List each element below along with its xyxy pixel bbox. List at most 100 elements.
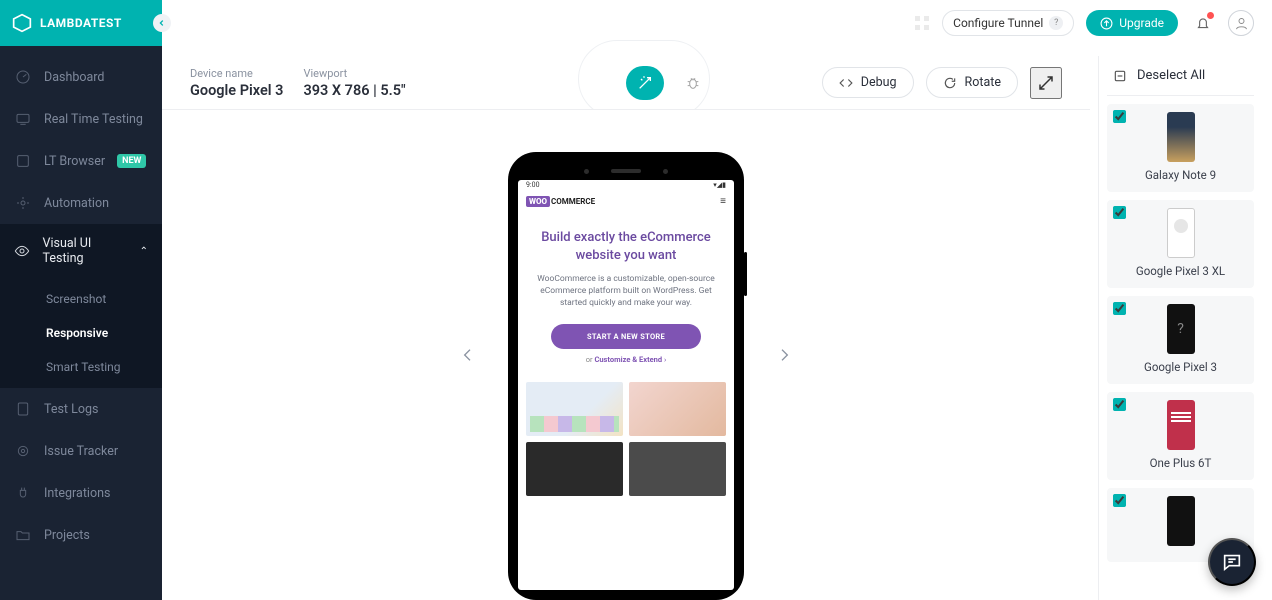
deselect-icon <box>1113 69 1127 83</box>
automation-icon <box>14 194 32 212</box>
showcase-thumb[interactable] <box>629 382 726 436</box>
status-bar: 9:00 ▾◢▮ <box>518 180 734 192</box>
device-checkbox[interactable] <box>1113 494 1126 507</box>
sidebar-item-dashboard[interactable]: Dashboard <box>0 56 162 98</box>
prev-device-button[interactable] <box>452 339 484 371</box>
wand-button[interactable] <box>626 66 664 100</box>
thumbnail-grid <box>518 372 734 496</box>
showcase-thumb[interactable] <box>526 382 623 436</box>
sidebar-item-label: Real Time Testing <box>44 112 143 127</box>
upgrade-icon <box>1100 17 1113 30</box>
realtime-icon <box>14 110 32 128</box>
configure-tunnel-button[interactable]: Configure Tunnel ? <box>942 10 1074 36</box>
next-device-button[interactable] <box>768 339 800 371</box>
chevron-left-icon <box>460 347 476 363</box>
showcase-thumb[interactable] <box>526 442 623 496</box>
device-card-note9[interactable]: Galaxy Note 9 <box>1107 104 1254 192</box>
device-checkbox[interactable] <box>1113 302 1126 315</box>
debug-label: Debug <box>861 75 897 90</box>
right-controls: Debug Rotate <box>822 67 1062 99</box>
debug-button[interactable]: Debug <box>822 67 914 98</box>
brand-label: LAMBDATEST <box>40 16 122 30</box>
device-name-label: Device name <box>190 67 283 80</box>
device-thumb-icon <box>1167 208 1195 258</box>
device-card-pixel3[interactable]: Google Pixel 3 <box>1107 296 1254 384</box>
sidebar-item-ltbrowser[interactable]: LT Browser NEW <box>0 140 162 182</box>
notifications-button[interactable] <box>1190 10 1216 36</box>
wand-icon <box>637 75 653 91</box>
logs-icon <box>14 400 32 418</box>
device-card-oneplus6t[interactable]: One Plus 6T <box>1107 392 1254 480</box>
bug-button[interactable] <box>674 66 712 100</box>
status-time: 9:00 <box>526 181 540 191</box>
configure-tunnel-label: Configure Tunnel <box>953 16 1043 30</box>
device-checkbox[interactable] <box>1113 110 1126 123</box>
sidebar-collapse-button[interactable] <box>153 14 171 32</box>
device-card-pixel3xl[interactable]: Google Pixel 3 XL <box>1107 200 1254 288</box>
phone-screen[interactable]: 9:00 ▾◢▮ WOO COMMERCE ≡ Build exactly th… <box>518 180 734 590</box>
device-card-label: Galaxy Note 9 <box>1113 168 1248 182</box>
device-thumb-icon <box>1167 304 1195 354</box>
expand-icon <box>1037 74 1055 92</box>
sidebar-item-projects[interactable]: Projects <box>0 514 162 556</box>
sidebar-item-automation[interactable]: Automation <box>0 182 162 224</box>
browser-icon <box>14 152 32 170</box>
subnav-responsive[interactable]: Responsive <box>0 316 162 350</box>
customize-link[interactable]: or Customize & Extend › <box>532 355 720 364</box>
gear-icon <box>14 442 32 460</box>
help-icon: ? <box>1049 16 1063 30</box>
subnav-screenshot[interactable]: Screenshot <box>0 282 162 316</box>
sidebar-item-integrations[interactable]: Integrations <box>0 472 162 514</box>
phone-speaker <box>518 162 734 180</box>
user-avatar[interactable] <box>1228 10 1254 36</box>
rotate-icon <box>943 76 957 90</box>
cta-button[interactable]: START A NEW STORE <box>551 324 701 349</box>
device-checkbox[interactable] <box>1113 398 1126 411</box>
rotate-button[interactable]: Rotate <box>926 67 1018 98</box>
sidebar: LAMBDATEST Dashboard Real Time Testing L… <box>0 0 162 600</box>
chevron-up-icon: ⌃ <box>140 246 148 257</box>
viewport-block: Viewport 393 X 786 | 5.5" <box>303 67 405 99</box>
sidebar-item-label: Projects <box>44 528 90 543</box>
subnav-smart-testing[interactable]: Smart Testing <box>0 350 162 384</box>
eye-icon <box>14 242 31 260</box>
sidebar-item-testlogs[interactable]: Test Logs <box>0 388 162 430</box>
chat-button[interactable] <box>1208 538 1256 586</box>
sidebar-nav: Dashboard Real Time Testing LT Browser N… <box>0 46 162 556</box>
new-badge: NEW <box>117 154 146 168</box>
chat-icon <box>1221 551 1243 573</box>
device-checkbox[interactable] <box>1113 206 1126 219</box>
hero-title: Build exactly the eCommerce website you … <box>532 229 720 264</box>
sidebar-item-label: Issue Tracker <box>44 444 118 459</box>
sidebar-item-label: LT Browser <box>44 154 105 169</box>
bug-icon <box>685 75 701 91</box>
sidebar-item-label: Dashboard <box>44 70 104 85</box>
fullscreen-button[interactable] <box>1030 67 1062 99</box>
viewport-label: Viewport <box>303 67 405 80</box>
topbar: Configure Tunnel ? Upgrade <box>162 0 1272 46</box>
status-icons: ▾◢▮ <box>713 181 726 191</box>
chevron-right-icon <box>776 347 792 363</box>
preview-canvas: 9:00 ▾◢▮ WOO COMMERCE ≡ Build exactly th… <box>162 110 1090 600</box>
subheader: Device name Google Pixel 3 Viewport 393 … <box>162 56 1090 110</box>
hero-section: Build exactly the eCommerce website you … <box>518 211 734 372</box>
woocommerce-logo: WOO COMMERCE <box>526 196 595 207</box>
devices-panel: Deselect All Galaxy Note 9 Google Pixel … <box>1098 56 1262 600</box>
sidebar-item-realtime[interactable]: Real Time Testing <box>0 98 162 140</box>
device-thumb-icon <box>1167 112 1195 162</box>
showcase-thumb[interactable] <box>629 442 726 496</box>
folder-icon <box>14 526 32 544</box>
deselect-all-button[interactable]: Deselect All <box>1107 56 1254 96</box>
user-icon <box>1234 16 1249 31</box>
center-controls <box>626 66 712 100</box>
sidebar-item-visualui[interactable]: Visual UI Testing ⌃ <box>0 224 162 278</box>
plug-icon <box>14 484 32 502</box>
hamburger-icon[interactable]: ≡ <box>720 196 726 207</box>
device-card-label: Google Pixel 3 XL <box>1113 264 1248 278</box>
apps-grid-icon[interactable] <box>914 15 930 31</box>
upgrade-button[interactable]: Upgrade <box>1086 10 1178 36</box>
device-card-label: One Plus 6T <box>1113 456 1248 470</box>
sidebar-item-issuetracker[interactable]: Issue Tracker <box>0 430 162 472</box>
viewport-value: 393 X 786 | 5.5" <box>303 82 405 99</box>
logo-icon <box>12 13 32 33</box>
